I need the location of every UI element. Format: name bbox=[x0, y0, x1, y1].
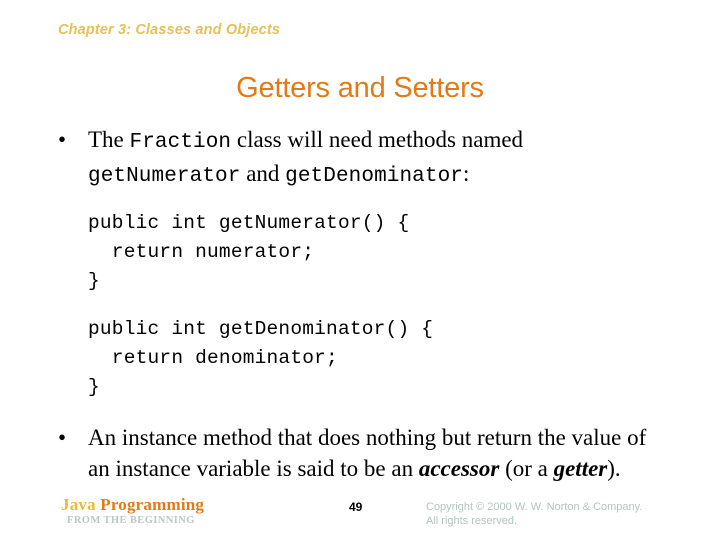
code-identifier-getdenominator: getDenominator bbox=[285, 165, 463, 188]
copyright-notice: Copyright © 2000 W. W. Norton & Company.… bbox=[426, 500, 642, 528]
slide-body: • The Fraction class will need methods n… bbox=[0, 124, 720, 484]
page-number: 49 bbox=[349, 500, 363, 514]
bullet-text-segment: and bbox=[240, 161, 286, 186]
bullet-item-accessor-definition: • An instance method that does nothing b… bbox=[0, 422, 720, 484]
copyright-line-1: Copyright © 2000 W. W. Norton & Company. bbox=[426, 501, 643, 513]
bullet-marker-icon: • bbox=[58, 127, 67, 152]
bullet-text-segment: ). bbox=[607, 456, 621, 481]
brand-subtitle: FROM THE BEGINNING bbox=[67, 515, 195, 526]
copyright-line-2: All rights reserved. bbox=[426, 515, 518, 527]
term-getter: getter bbox=[553, 456, 608, 481]
chapter-header: Chapter 3: Classes and Objects bbox=[58, 22, 281, 38]
code-identifier-getnumerator: getNumerator bbox=[88, 165, 241, 188]
slide-footer: Java Programming FROM THE BEGINNING 49 C… bbox=[0, 492, 720, 540]
code-block-get-denominator: public int getDenominator() { return den… bbox=[88, 318, 434, 398]
brand-title: Java Programming bbox=[61, 496, 204, 514]
code-identifier-fraction: Fraction bbox=[129, 131, 232, 154]
bullet-text-segment: : bbox=[463, 161, 470, 186]
code-block-get-numerator: public int getNumerator() { return numer… bbox=[88, 212, 410, 292]
bullet-item-fraction-methods: • The Fraction class will need methods n… bbox=[0, 124, 720, 192]
bullet-marker-icon: • bbox=[58, 425, 67, 450]
bullet-text-segment: (or a bbox=[499, 456, 554, 481]
bullet-text-segment: The bbox=[88, 127, 130, 152]
bullet-text-segment: class will need methods named bbox=[231, 127, 524, 152]
brand-word-java: Java bbox=[61, 495, 101, 514]
brand-logo: Java Programming FROM THE BEGINNING bbox=[61, 496, 204, 527]
slide-canvas: Chapter 3: Classes and Objects Getters a… bbox=[0, 0, 720, 540]
term-accessor: accessor bbox=[418, 456, 500, 481]
brand-word-programming: Programming bbox=[100, 495, 205, 514]
page-title: Getters and Setters bbox=[236, 72, 484, 104]
